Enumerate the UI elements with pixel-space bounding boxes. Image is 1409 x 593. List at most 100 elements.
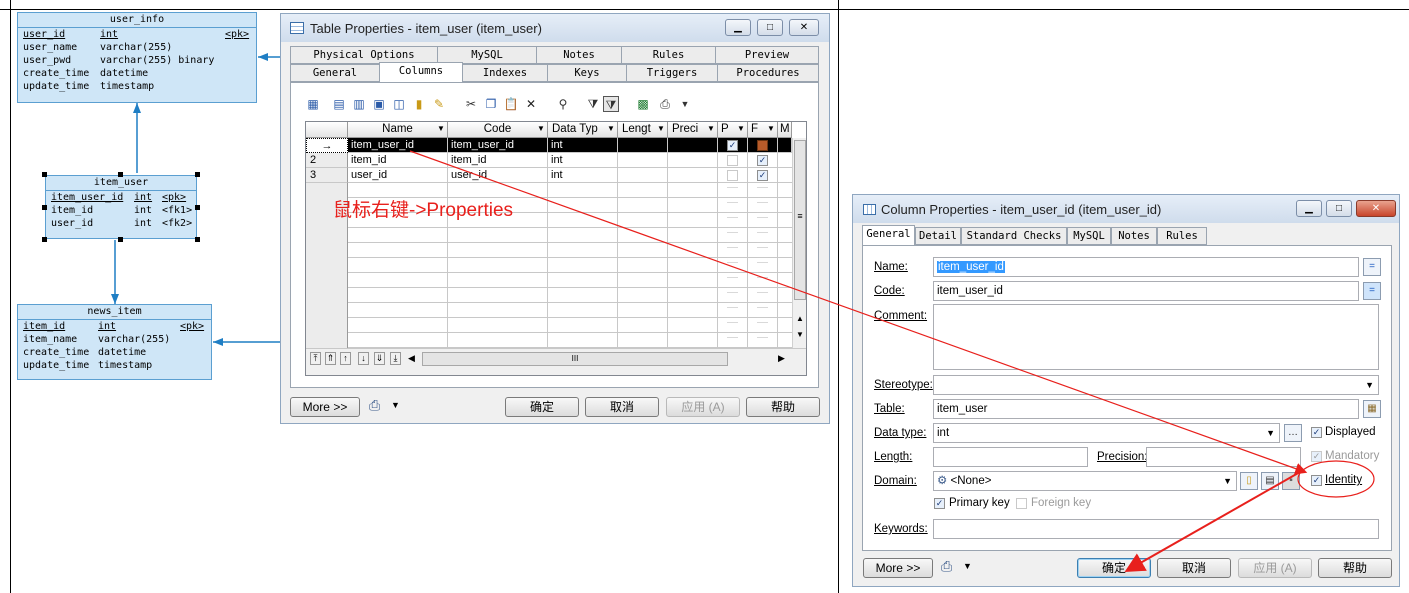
primary-checkbox[interactable] <box>727 170 738 181</box>
scroll-up-icon[interactable]: ▲ <box>794 314 806 326</box>
chevron-down-icon[interactable]: ▼ <box>656 124 666 134</box>
move-up-icon[interactable]: ↑ <box>340 352 351 365</box>
apply-button[interactable]: 应用 (A) <box>1238 558 1312 578</box>
cell-data-type[interactable]: int <box>548 168 618 183</box>
selection-handle[interactable] <box>42 172 47 177</box>
cell-length[interactable] <box>618 138 668 153</box>
data-type-select[interactable]: int ▼ <box>933 423 1280 443</box>
vertical-scrollbar[interactable]: ≡ ▲ ▼ <box>792 138 806 348</box>
chevron-down-icon[interactable]: ▼ <box>1266 424 1275 442</box>
cell-name[interactable]: user_id <box>348 168 448 183</box>
cell-data-type[interactable]: int <box>548 153 618 168</box>
close-button[interactable]: ✕ <box>1356 200 1396 217</box>
tab-rules[interactable]: Rules <box>1157 227 1207 245</box>
displayed-checkbox[interactable]: ✓ <box>1311 427 1322 438</box>
move-down-page-icon[interactable]: ⇓ <box>374 352 385 365</box>
help-button[interactable]: 帮助 <box>1318 558 1392 578</box>
properties-icon[interactable]: ▦ <box>305 96 321 112</box>
selection-handle[interactable] <box>118 172 123 177</box>
columns-grid[interactable]: Name ▼ Code ▼ Data Typ ▼ Lengt ▼ Preci ▼ P ▼ F… <box>305 121 807 376</box>
tab-indexes[interactable]: Indexes <box>462 64 548 82</box>
foreign-checkbox[interactable] <box>757 140 768 151</box>
header-p[interactable]: P ▼ <box>718 122 748 138</box>
cell-code[interactable]: user_id <box>448 168 548 183</box>
paste-icon[interactable]: 📋 <box>503 96 519 112</box>
comment-input[interactable] <box>933 304 1379 370</box>
add-row-icon[interactable]: ▤ <box>331 96 347 112</box>
move-top-icon[interactable]: ⤒ <box>310 352 321 365</box>
tab-mysql[interactable]: MySQL <box>1067 227 1111 245</box>
chevron-down-icon[interactable]: ▼ <box>436 124 446 134</box>
entity-user-info[interactable]: user_info user_id int <pk> user_name varcha… <box>17 12 257 103</box>
selection-handle[interactable] <box>195 205 200 210</box>
cell-code[interactable]: item_id <box>448 153 548 168</box>
domain-select[interactable]: ⚙ <None> ▼ <box>933 471 1237 491</box>
replicate-icon[interactable]: ◫ <box>391 96 407 112</box>
tab-procedures[interactable]: Procedures <box>717 64 819 82</box>
print-icon[interactable]: ⎙ <box>369 397 380 414</box>
minimize-button[interactable]: ▁ <box>725 19 751 36</box>
print-icon[interactable]: ⎙ <box>657 96 673 112</box>
selection-handle[interactable] <box>42 237 47 242</box>
name-input[interactable]: item_user_id <box>933 257 1359 277</box>
code-input[interactable]: item_user_id <box>933 281 1359 301</box>
selection-handle[interactable] <box>42 205 47 210</box>
cancel-button[interactable]: 取消 <box>585 397 659 417</box>
header-name[interactable]: Name ▼ <box>348 122 448 138</box>
scroll-left-icon[interactable]: ◀ <box>408 353 415 364</box>
new-icon[interactable]: ▮ <box>411 96 427 112</box>
cell-code[interactable]: item_user_id <box>448 138 548 153</box>
move-up-page-icon[interactable]: ⇑ <box>325 352 336 365</box>
chevron-down-icon[interactable]: ▼ <box>1365 376 1374 394</box>
mandatory-checkbox[interactable]: ✓ <box>1311 451 1322 462</box>
chevron-down-icon[interactable]: ▼ <box>706 124 716 134</box>
maximize-button[interactable]: □ <box>1326 200 1352 217</box>
filter-active-icon[interactable]: ⧩ <box>603 96 619 112</box>
domain-properties-icon[interactable]: ▤ <box>1261 472 1279 490</box>
cut-icon[interactable]: ✂ <box>463 96 479 112</box>
cell-name[interactable]: item_id <box>348 153 448 168</box>
help-button[interactable]: 帮助 <box>746 397 820 417</box>
header-code[interactable]: Code ▼ <box>448 122 548 138</box>
more-button[interactable]: More >> <box>863 558 933 578</box>
tab-general[interactable]: General <box>290 64 380 82</box>
table-properties-icon[interactable]: ▦ <box>1363 400 1381 418</box>
entity-news-item[interactable]: news_item item_id int <pk> item_name varcha… <box>17 304 212 380</box>
create-icon[interactable]: ✎ <box>431 96 447 112</box>
tab-notes[interactable]: Notes <box>1111 227 1157 245</box>
find-icon[interactable]: ⚲ <box>555 96 571 112</box>
copy-icon[interactable]: ❐ <box>483 96 499 112</box>
primary-key-checkbox[interactable]: ✓ <box>934 498 945 509</box>
equals-button[interactable]: = <box>1363 258 1381 276</box>
foreign-checkbox[interactable]: ✓ <box>757 155 768 166</box>
cancel-button[interactable]: 取消 <box>1157 558 1231 578</box>
equals-button[interactable]: = <box>1363 282 1381 300</box>
add-columns-icon[interactable]: ▣ <box>371 96 387 112</box>
cell-precision[interactable] <box>668 138 718 153</box>
scroll-right-icon[interactable]: ▶ <box>778 353 785 364</box>
filter-icon[interactable]: ⧩ <box>585 96 601 112</box>
primary-checkbox[interactable] <box>727 155 738 166</box>
print-icon[interactable]: ⎙ <box>941 558 952 575</box>
precision-input[interactable] <box>1146 447 1301 467</box>
minimize-button[interactable]: ▁ <box>1296 200 1322 217</box>
excel-icon[interactable]: ▩ <box>635 96 651 112</box>
keywords-input[interactable] <box>933 519 1379 539</box>
chevron-down-icon[interactable]: ▼ <box>606 124 616 134</box>
table-row[interactable]: 2 item_id item_id int ✓ <box>306 153 792 168</box>
tab-detail[interactable]: Detail <box>915 227 961 245</box>
foreign-key-checkbox[interactable] <box>1016 498 1027 509</box>
header-data-type[interactable]: Data Typ ▼ <box>548 122 618 138</box>
length-input[interactable] <box>933 447 1088 467</box>
chevron-down-icon[interactable]: ▼ <box>677 96 693 112</box>
domain-browse-icon[interactable]: ▪ <box>1282 472 1300 490</box>
ellipsis-button[interactable]: … <box>1284 424 1302 442</box>
selection-handle[interactable] <box>118 237 123 242</box>
tab-triggers[interactable]: Triggers <box>626 64 718 82</box>
tab-standard-checks[interactable]: Standard Checks <box>961 227 1067 245</box>
new-domain-icon[interactable]: ▯ <box>1240 472 1258 490</box>
close-button[interactable]: ✕ <box>789 19 819 36</box>
tab-rules[interactable]: Rules <box>621 46 716 64</box>
chevron-down-icon[interactable]: ▼ <box>963 561 972 571</box>
apply-button[interactable]: 应用 (A) <box>666 397 740 417</box>
